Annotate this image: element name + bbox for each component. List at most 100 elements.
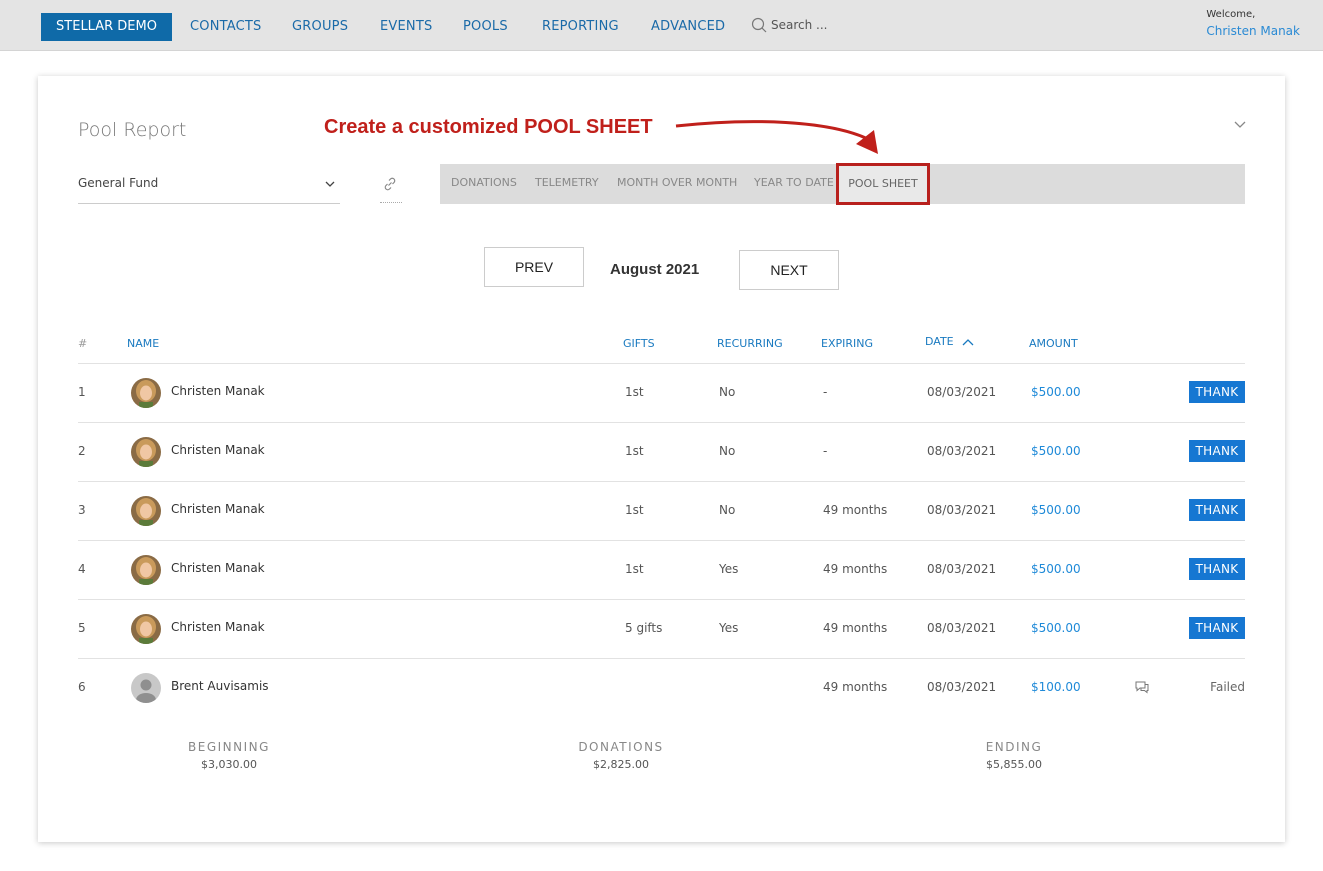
fund-select-value: General Fund (78, 176, 159, 190)
tab-donations[interactable]: DONATIONS (451, 164, 517, 204)
person-photo-icon (131, 555, 161, 585)
row-name[interactable]: Christen Manak (171, 384, 265, 398)
row-name[interactable]: Christen Manak (171, 443, 265, 457)
row-date: 08/03/2021 (927, 503, 997, 517)
row-gifts: 1st (625, 385, 644, 399)
row-amount[interactable]: $500.00 (1031, 562, 1081, 576)
col-header-num: # (78, 337, 88, 350)
pool-report-card: Pool Report Create a customized POOL SHE… (38, 76, 1285, 842)
person-photo-icon (131, 437, 161, 467)
table-row[interactable]: 4 Christen Manak 1st Yes 49 months 08/03/2021… (78, 541, 1245, 600)
nav-reporting[interactable]: REPORTING (542, 19, 619, 34)
row-recurring: No (719, 444, 736, 458)
link-icon[interactable] (382, 176, 398, 192)
tab-month-over-month[interactable]: MONTH OVER MONTH (617, 164, 737, 204)
row-amount[interactable]: $500.00 (1031, 503, 1081, 517)
row-gifts: 1st (625, 562, 644, 576)
row-expiring: 49 months (823, 621, 888, 635)
brand-button[interactable]: STELLAR DEMO (41, 13, 172, 41)
row-number: 2 (78, 444, 86, 458)
chevron-down-icon[interactable] (1233, 118, 1247, 132)
prev-button[interactable]: PREV (484, 247, 584, 287)
person-photo-icon (131, 614, 161, 644)
row-gifts: 5 gifts (625, 621, 663, 635)
row-date: 08/03/2021 (927, 621, 997, 635)
thank-button[interactable]: THANK (1189, 558, 1245, 580)
summary-donations-label: DONATIONS (578, 740, 664, 754)
tab-telemetry[interactable]: TELEMETRY (535, 164, 599, 204)
nav-advanced[interactable]: ADVANCED (651, 19, 725, 34)
avatar[interactable] (131, 378, 161, 408)
search-placeholder[interactable]: Search ... (771, 18, 827, 32)
summary-ending: ENDING $5,855.00 (914, 740, 1114, 771)
row-amount[interactable]: $500.00 (1031, 385, 1081, 399)
nav-events[interactable]: EVENTS (380, 19, 432, 34)
avatar[interactable] (131, 437, 161, 467)
col-header-gifts[interactable]: GIFTS (623, 337, 655, 350)
col-header-date[interactable]: DATE (925, 335, 975, 348)
summary-beginning-label: BEGINNING (188, 740, 270, 754)
tab-year-to-date[interactable]: YEAR TO DATE (754, 164, 834, 204)
thank-button[interactable]: THANK (1189, 381, 1245, 403)
row-date: 08/03/2021 (927, 562, 997, 576)
summary-donations-value: $2,825.00 (593, 758, 649, 771)
row-name[interactable]: Christen Manak (171, 620, 265, 634)
chevron-down-icon (325, 181, 335, 187)
row-expiring: - (823, 385, 828, 399)
col-header-date-label: DATE (925, 335, 954, 348)
summary-donations: DONATIONS $2,825.00 (521, 740, 721, 771)
nav-groups[interactable]: GROUPS (292, 19, 348, 34)
row-number: 4 (78, 562, 86, 576)
table-row[interactable]: 5 Christen Manak 5 gifts Yes 49 months 08/03/… (78, 600, 1245, 659)
avatar[interactable] (131, 555, 161, 585)
row-number: 6 (78, 680, 86, 694)
row-date: 08/03/2021 (927, 680, 997, 694)
report-tabs: DONATIONS TELEMETRY MONTH OVER MONTH YEA… (440, 163, 1245, 205)
annotation-arrow-icon (675, 120, 878, 154)
col-header-recurring[interactable]: RECURRING (717, 337, 783, 350)
row-amount[interactable]: $500.00 (1031, 444, 1081, 458)
thank-button[interactable]: THANK (1189, 440, 1245, 462)
col-header-expiring[interactable]: EXPIRING (821, 337, 873, 350)
col-header-name[interactable]: NAME (127, 337, 159, 350)
row-date: 08/03/2021 (927, 444, 997, 458)
row-name[interactable]: Christen Manak (171, 502, 265, 516)
search-box[interactable]: Search ... (751, 17, 827, 33)
row-amount[interactable]: $100.00 (1031, 680, 1081, 694)
chat-icon[interactable] (1134, 679, 1150, 695)
row-recurring: No (719, 503, 736, 517)
table-row[interactable]: 6 Brent Auvisamis 49 months 08/03/2021 $100.… (78, 659, 1245, 718)
table-row[interactable]: 3 Christen Manak 1st No 49 months 08/03/2021 $… (78, 482, 1245, 541)
row-amount[interactable]: $500.00 (1031, 621, 1081, 635)
status-text: Failed (1210, 680, 1245, 694)
row-expiring: - (823, 444, 828, 458)
table-row[interactable]: 2 Christen Manak 1st No - 08/03/2021 $500.00 TH… (78, 423, 1245, 482)
thank-button[interactable]: THANK (1189, 617, 1245, 639)
row-expiring: 49 months (823, 680, 888, 694)
tab-pool-sheet[interactable]: POOL SHEET (836, 163, 930, 205)
table-row[interactable]: 1 Christen Manak 1st No - 08/03/2021 $500.00 TH… (78, 364, 1245, 423)
top-navbar: STELLAR DEMO CONTACTS GROUPS EVENTS POOL… (0, 0, 1323, 51)
summary-beginning-value: $3,030.00 (201, 758, 257, 771)
row-name[interactable]: Brent Auvisamis (171, 679, 269, 693)
fund-select[interactable]: General Fund (78, 168, 340, 204)
person-photo-icon (131, 496, 161, 526)
nav-pools[interactable]: POOLS (463, 19, 508, 34)
link-underline (380, 202, 402, 203)
avatar[interactable] (131, 673, 161, 703)
row-date: 08/03/2021 (927, 385, 997, 399)
avatar[interactable] (131, 614, 161, 644)
nav-contacts[interactable]: CONTACTS (190, 19, 262, 34)
row-recurring: No (719, 385, 736, 399)
row-number: 3 (78, 503, 86, 517)
next-button[interactable]: NEXT (739, 250, 839, 290)
avatar[interactable] (131, 496, 161, 526)
row-recurring: Yes (719, 621, 739, 635)
page-title: Pool Report (78, 119, 187, 141)
welcome-block: Welcome, Christen Manak (1206, 9, 1300, 38)
row-name[interactable]: Christen Manak (171, 561, 265, 575)
welcome-label: Welcome, (1206, 9, 1256, 20)
col-header-amount[interactable]: AMOUNT (1029, 337, 1078, 350)
thank-button[interactable]: THANK (1189, 499, 1245, 521)
user-name-link[interactable]: Christen Manak (1206, 24, 1300, 38)
